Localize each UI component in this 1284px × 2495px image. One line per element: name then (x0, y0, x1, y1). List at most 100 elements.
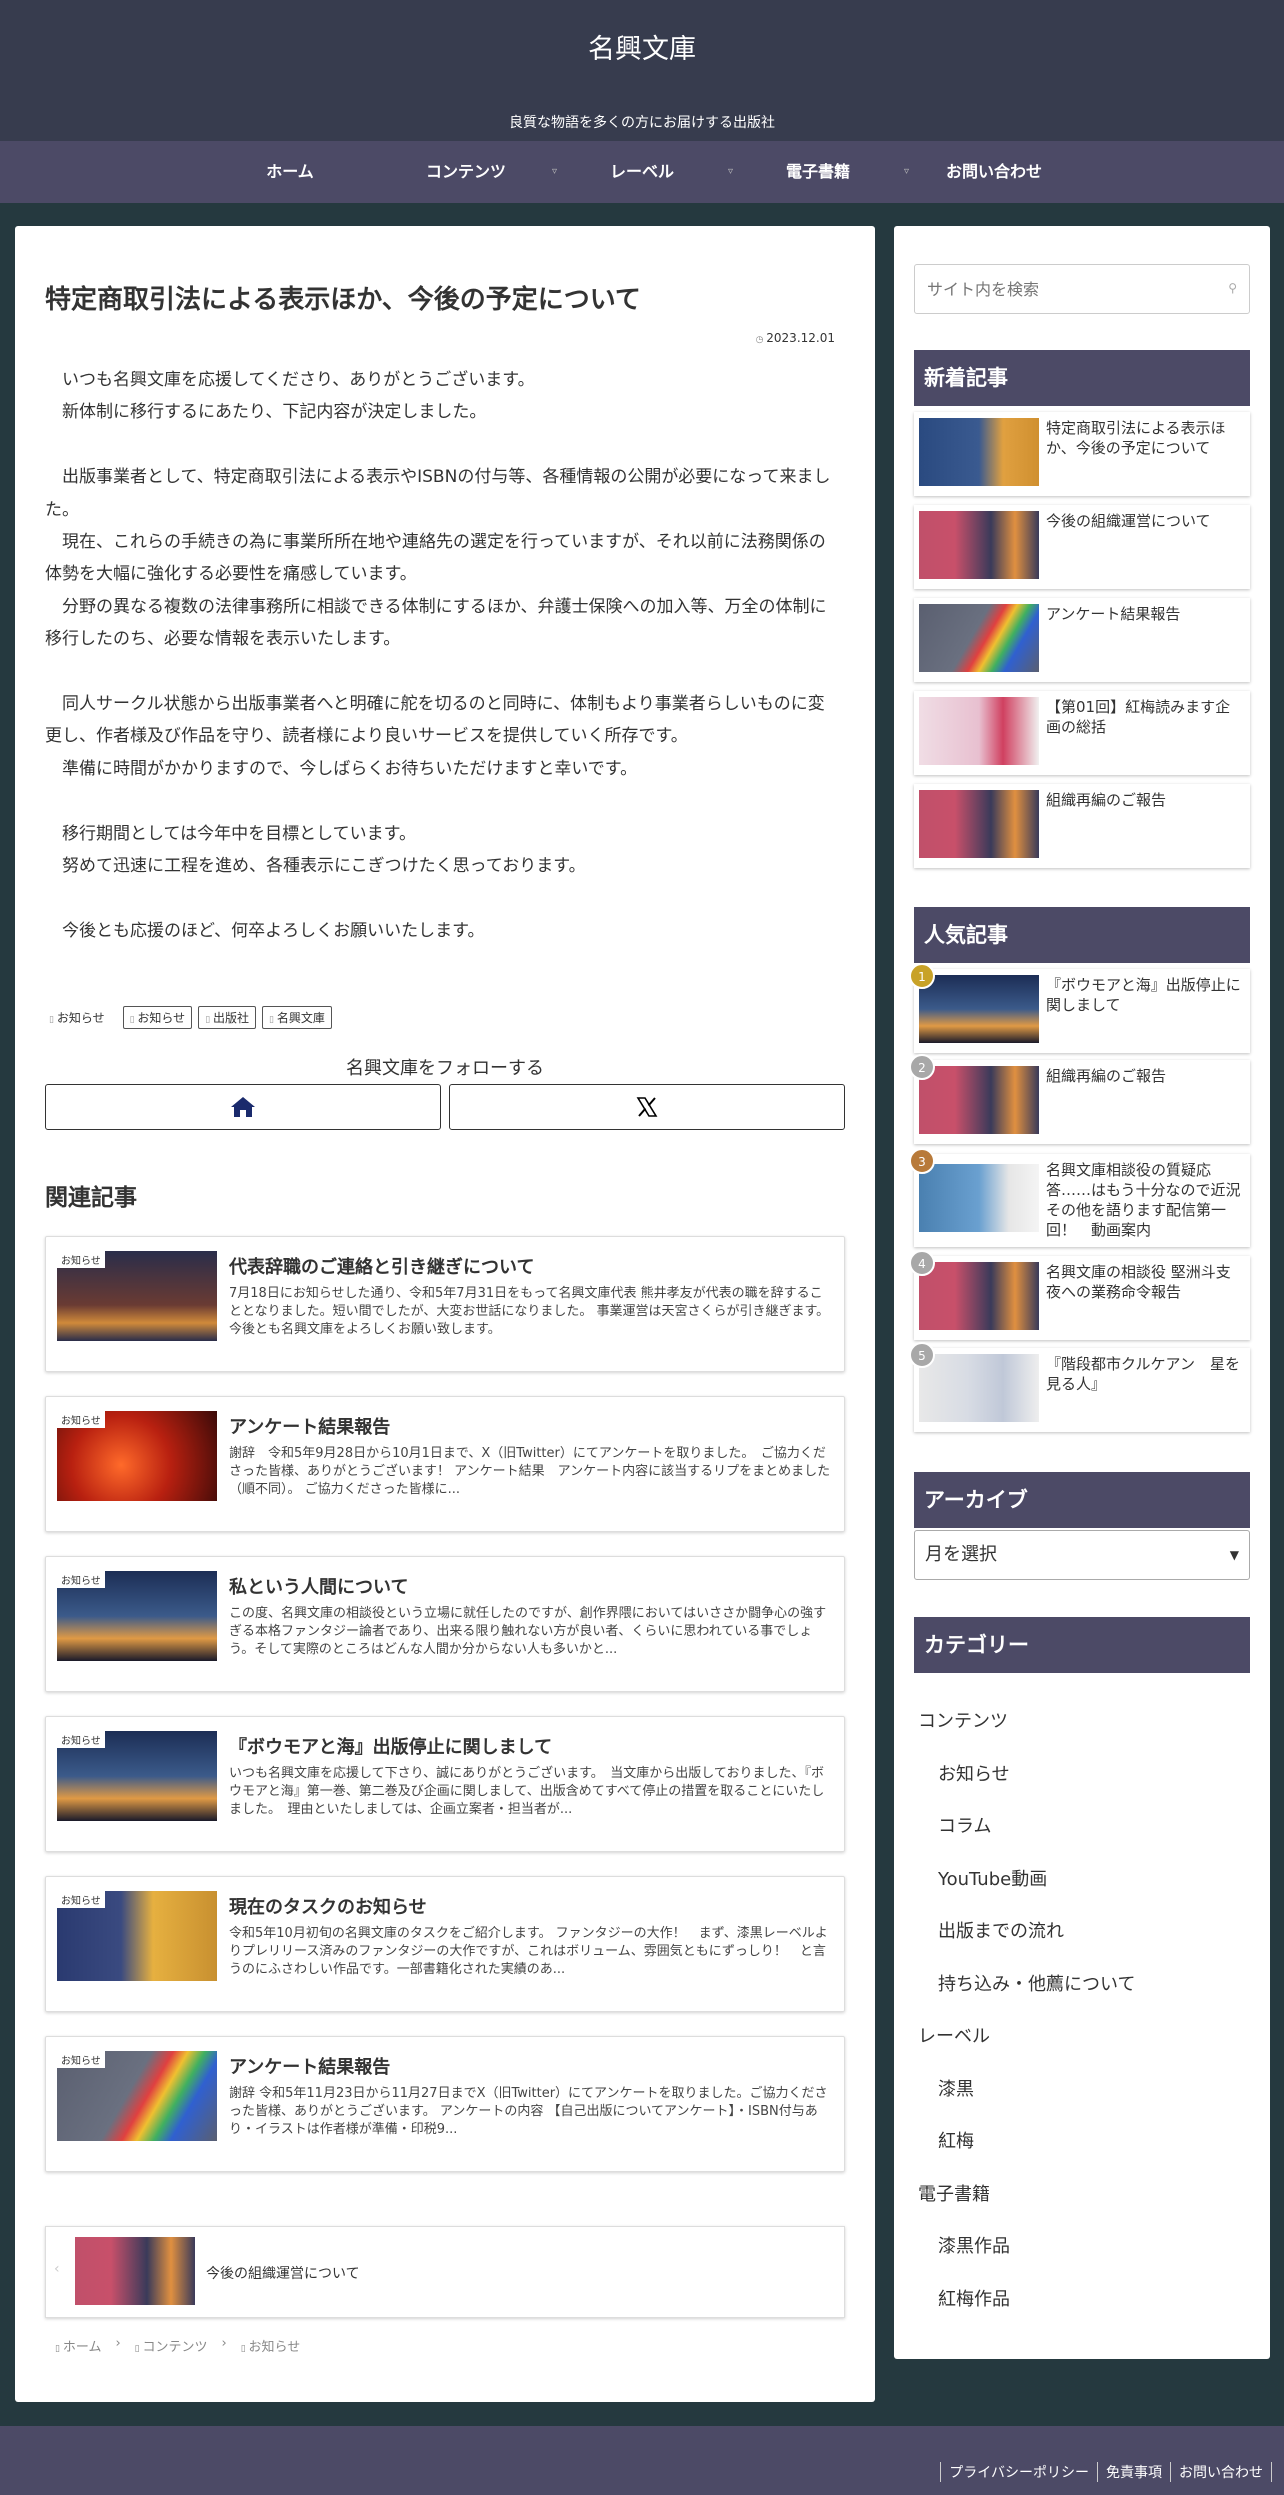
post-thumbnail (919, 418, 1039, 486)
article-paragraph (45, 882, 841, 914)
related-card[interactable]: お知らせ 現在のタスクのお知らせ 令和5年10月初旬の名興文庫のタスクをご紹介し… (45, 1876, 845, 2012)
category-item-shikkoku[interactable]: 漆黒 (918, 2064, 1248, 2117)
new-post-item[interactable]: 【第01回】紅梅読みます企画の総括 (914, 691, 1250, 775)
breadcrumb-home[interactable]: ▯ ホーム (55, 2336, 101, 2355)
tag-link[interactable]: ▯ お知らせ (122, 1006, 193, 1029)
popular-post-item[interactable]: 3 名興文庫相談役の質疑応答……はもう十分なので近況その他を語ります配信第一回！… (909, 1148, 1250, 1247)
related-card[interactable]: お知らせ アンケート結果報告 謝辞 令和5年9月28日から10月1日まで、X（旧… (45, 1396, 845, 1532)
post-title: 特定商取引法による表示ほか、今後の予定について (1046, 419, 1226, 457)
site-title[interactable]: 名興文庫 (0, 27, 1284, 66)
category-heading: カテゴリー (914, 1617, 1250, 1673)
tag-label: お知らせ (137, 1011, 186, 1025)
card-excerpt: この度、名興文庫の相談役という立場に就任したのですが、創作界隈においてはいささか… (229, 1606, 827, 1657)
category-item-publishing-flow[interactable]: 出版までの流れ (918, 1906, 1248, 1959)
post-thumbnail (919, 975, 1039, 1043)
search-box: ⚲ (914, 264, 1250, 314)
rank-badge: 2 (909, 1054, 935, 1080)
nav-item-ebooks[interactable]: 電子書籍 ▿ (743, 141, 909, 203)
popular-post-item[interactable]: 5 『階段都市クルケアン 星を見る人』 (909, 1342, 1250, 1432)
main-content: 特定商取引法による表示ほか、今後の予定について ◷ 2023.12.01 いつも… (15, 226, 875, 2402)
post-title: 『ボウモアと海』出版停止に関しまして (1046, 976, 1241, 1014)
card-excerpt: 謝辞 令和5年9月28日から10月1日まで、X（旧Twitter）にてアンケート… (229, 1446, 831, 1497)
card-category: お知らせ (57, 1891, 105, 1908)
related-card[interactable]: お知らせ 代表辞職のご連絡と引き継ぎについて 7月18日にお知らせした通り、令和… (45, 1236, 845, 1372)
tag-icon: ▯ (269, 1015, 277, 1025)
new-post-item[interactable]: アンケート結果報告 (914, 598, 1250, 682)
chevron-right-icon: › (221, 2336, 227, 2351)
nav-item-label-menu[interactable]: レーベル ▿ (567, 141, 733, 203)
footer-link-disclaimer[interactable]: 免責事項 (1097, 2462, 1170, 2482)
search-input[interactable] (915, 265, 1215, 313)
popular-post-item[interactable]: 2 組織再編のご報告 (909, 1054, 1250, 1144)
breadcrumb-label: お知らせ (248, 2340, 301, 2355)
chevron-right-icon: › (115, 2336, 121, 2351)
category-link[interactable]: ▯ お知らせ (45, 1007, 117, 1028)
related-card[interactable]: お知らせ 私という人間について この度、名興文庫の相談役という立場に就任したので… (45, 1556, 845, 1692)
category-item-submissions[interactable]: 持ち込み・他薦について (918, 1959, 1248, 2012)
nav-item-label: 電子書籍 (785, 162, 850, 181)
site-tagline: 良質な物語を多くの方にお届けする出版社 (509, 115, 775, 131)
post-thumbnail (919, 1262, 1039, 1330)
archive-select[interactable]: 月を選択 ▼ (914, 1530, 1250, 1580)
category-item-kobai[interactable]: 紅梅 (918, 2116, 1248, 2169)
category-item-kobai-works[interactable]: 紅梅作品 (918, 2274, 1248, 2327)
tag-link[interactable]: ▯ 名興文庫 (262, 1006, 332, 1029)
article-paragraph (45, 656, 841, 688)
card-title: 代表辞職のご連絡と引き継ぎについて (229, 1257, 535, 1278)
category-item-contents[interactable]: コンテンツ (918, 1696, 1248, 1749)
article-title: 特定商取引法による表示ほか、今後の予定について (45, 285, 641, 315)
card-excerpt: 謝辞 令和5年11月23日から11月27日までX（旧Twitter）にてアンケー… (229, 2086, 828, 2137)
breadcrumb-notice[interactable]: ▯ お知らせ (241, 2336, 301, 2355)
article-date: ◷ 2023.12.01 (756, 331, 835, 345)
related-card[interactable]: お知らせ アンケート結果報告 謝辞 令和5年11月23日から11月27日までX（… (45, 2036, 845, 2172)
post-thumbnail (919, 1066, 1039, 1134)
category-item-column[interactable]: コラム (918, 1801, 1248, 1854)
category-item-ebooks[interactable]: 電子書籍 (918, 2169, 1248, 2222)
category-item-youtube[interactable]: YouTube動画 (918, 1854, 1248, 1907)
new-post-item[interactable]: 組織再編のご報告 (914, 784, 1250, 868)
article-paragraph: 準備に時間がかかりますので、今しばらくお待ちいただけますと幸いです。 (45, 758, 638, 779)
category-item-notice[interactable]: お知らせ (918, 1749, 1248, 1802)
card-category: お知らせ (57, 1571, 105, 1588)
popular-posts-heading: 人気記事 (914, 907, 1250, 963)
category-item-labels[interactable]: レーベル (918, 2011, 1248, 2064)
card-excerpt: 令和5年10月初旬の名興文庫のタスクをご紹介します。 ファンタジーの大作！ まず… (229, 1926, 828, 1977)
breadcrumb-label: コンテンツ (142, 2340, 208, 2355)
popular-post-item[interactable]: 1 『ボウモアと海』出版停止に関しまして (909, 963, 1250, 1053)
article-paragraph (45, 785, 841, 817)
post-title: 【第01回】紅梅読みます企画の総括 (1046, 698, 1231, 736)
post-title: 『階段都市クルケアン 星を見る人』 (1046, 1355, 1240, 1393)
nav-item-home[interactable]: ホーム (215, 141, 365, 203)
card-excerpt: 7月18日にお知らせした通り、令和5年7月31日をもって名興文庫代表 熊井孝友が… (229, 1286, 830, 1337)
prev-post-link[interactable]: ‹ 今後の組織運営について (45, 2226, 845, 2318)
breadcrumb-contents[interactable]: ▯ コンテンツ (135, 2336, 208, 2355)
post-title: 組織再編のご報告 (1046, 1067, 1167, 1085)
new-post-item[interactable]: 特定商取引法による表示ほか、今後の予定について (914, 412, 1250, 496)
article-paragraph (45, 429, 841, 461)
search-icon[interactable]: ⚲ (1228, 281, 1237, 295)
chevron-down-icon: ▿ (727, 166, 733, 177)
article-taxonomy: ▯ お知らせ ▯ お知らせ ▯ 出版社 ▯ 名興文庫 (45, 1006, 332, 1029)
footer-link-privacy[interactable]: プライバシーポリシー (940, 2462, 1097, 2482)
nav-item-contact[interactable]: お問い合わせ (919, 141, 1069, 203)
related-card[interactable]: お知らせ 『ボウモアと海』出版停止に関しまして いつも名興文庫を応援して下さり、… (45, 1716, 845, 1852)
new-post-item[interactable]: 今後の組織運営について (914, 505, 1250, 589)
prev-post-thumbnail (75, 2237, 195, 2305)
post-thumbnail (919, 604, 1039, 672)
category-list: コンテンツ お知らせ コラム YouTube動画 出版までの流れ 持ち込み・他薦… (918, 1696, 1248, 2326)
nav-item-contents[interactable]: コンテンツ ▿ (391, 141, 557, 203)
tag-link[interactable]: ▯ 出版社 (198, 1006, 257, 1029)
post-title: 名興文庫相談役の質疑応答……はもう十分なので近況その他を語ります配信第一回！ 動… (1046, 1161, 1241, 1239)
popular-post-item[interactable]: 4 名興文庫の相談役 堅洲斗支夜への業務命令報告 (909, 1250, 1250, 1340)
post-thumbnail (919, 790, 1039, 858)
follow-label: 名興文庫をフォローする (346, 1058, 544, 1079)
home-icon (231, 1097, 255, 1117)
follow-home-button[interactable] (45, 1084, 441, 1130)
post-title: 組織再編のご報告 (1046, 791, 1167, 809)
footer-link-contact[interactable]: お問い合わせ (1170, 2462, 1272, 2482)
archive-heading: アーカイブ (914, 1472, 1250, 1528)
category-item-shikkoku-works[interactable]: 漆黒作品 (918, 2221, 1248, 2274)
post-title: 今後の組織運営について (1046, 512, 1211, 530)
folder-icon: ▯ (49, 1015, 57, 1025)
follow-x-button[interactable] (449, 1084, 845, 1130)
